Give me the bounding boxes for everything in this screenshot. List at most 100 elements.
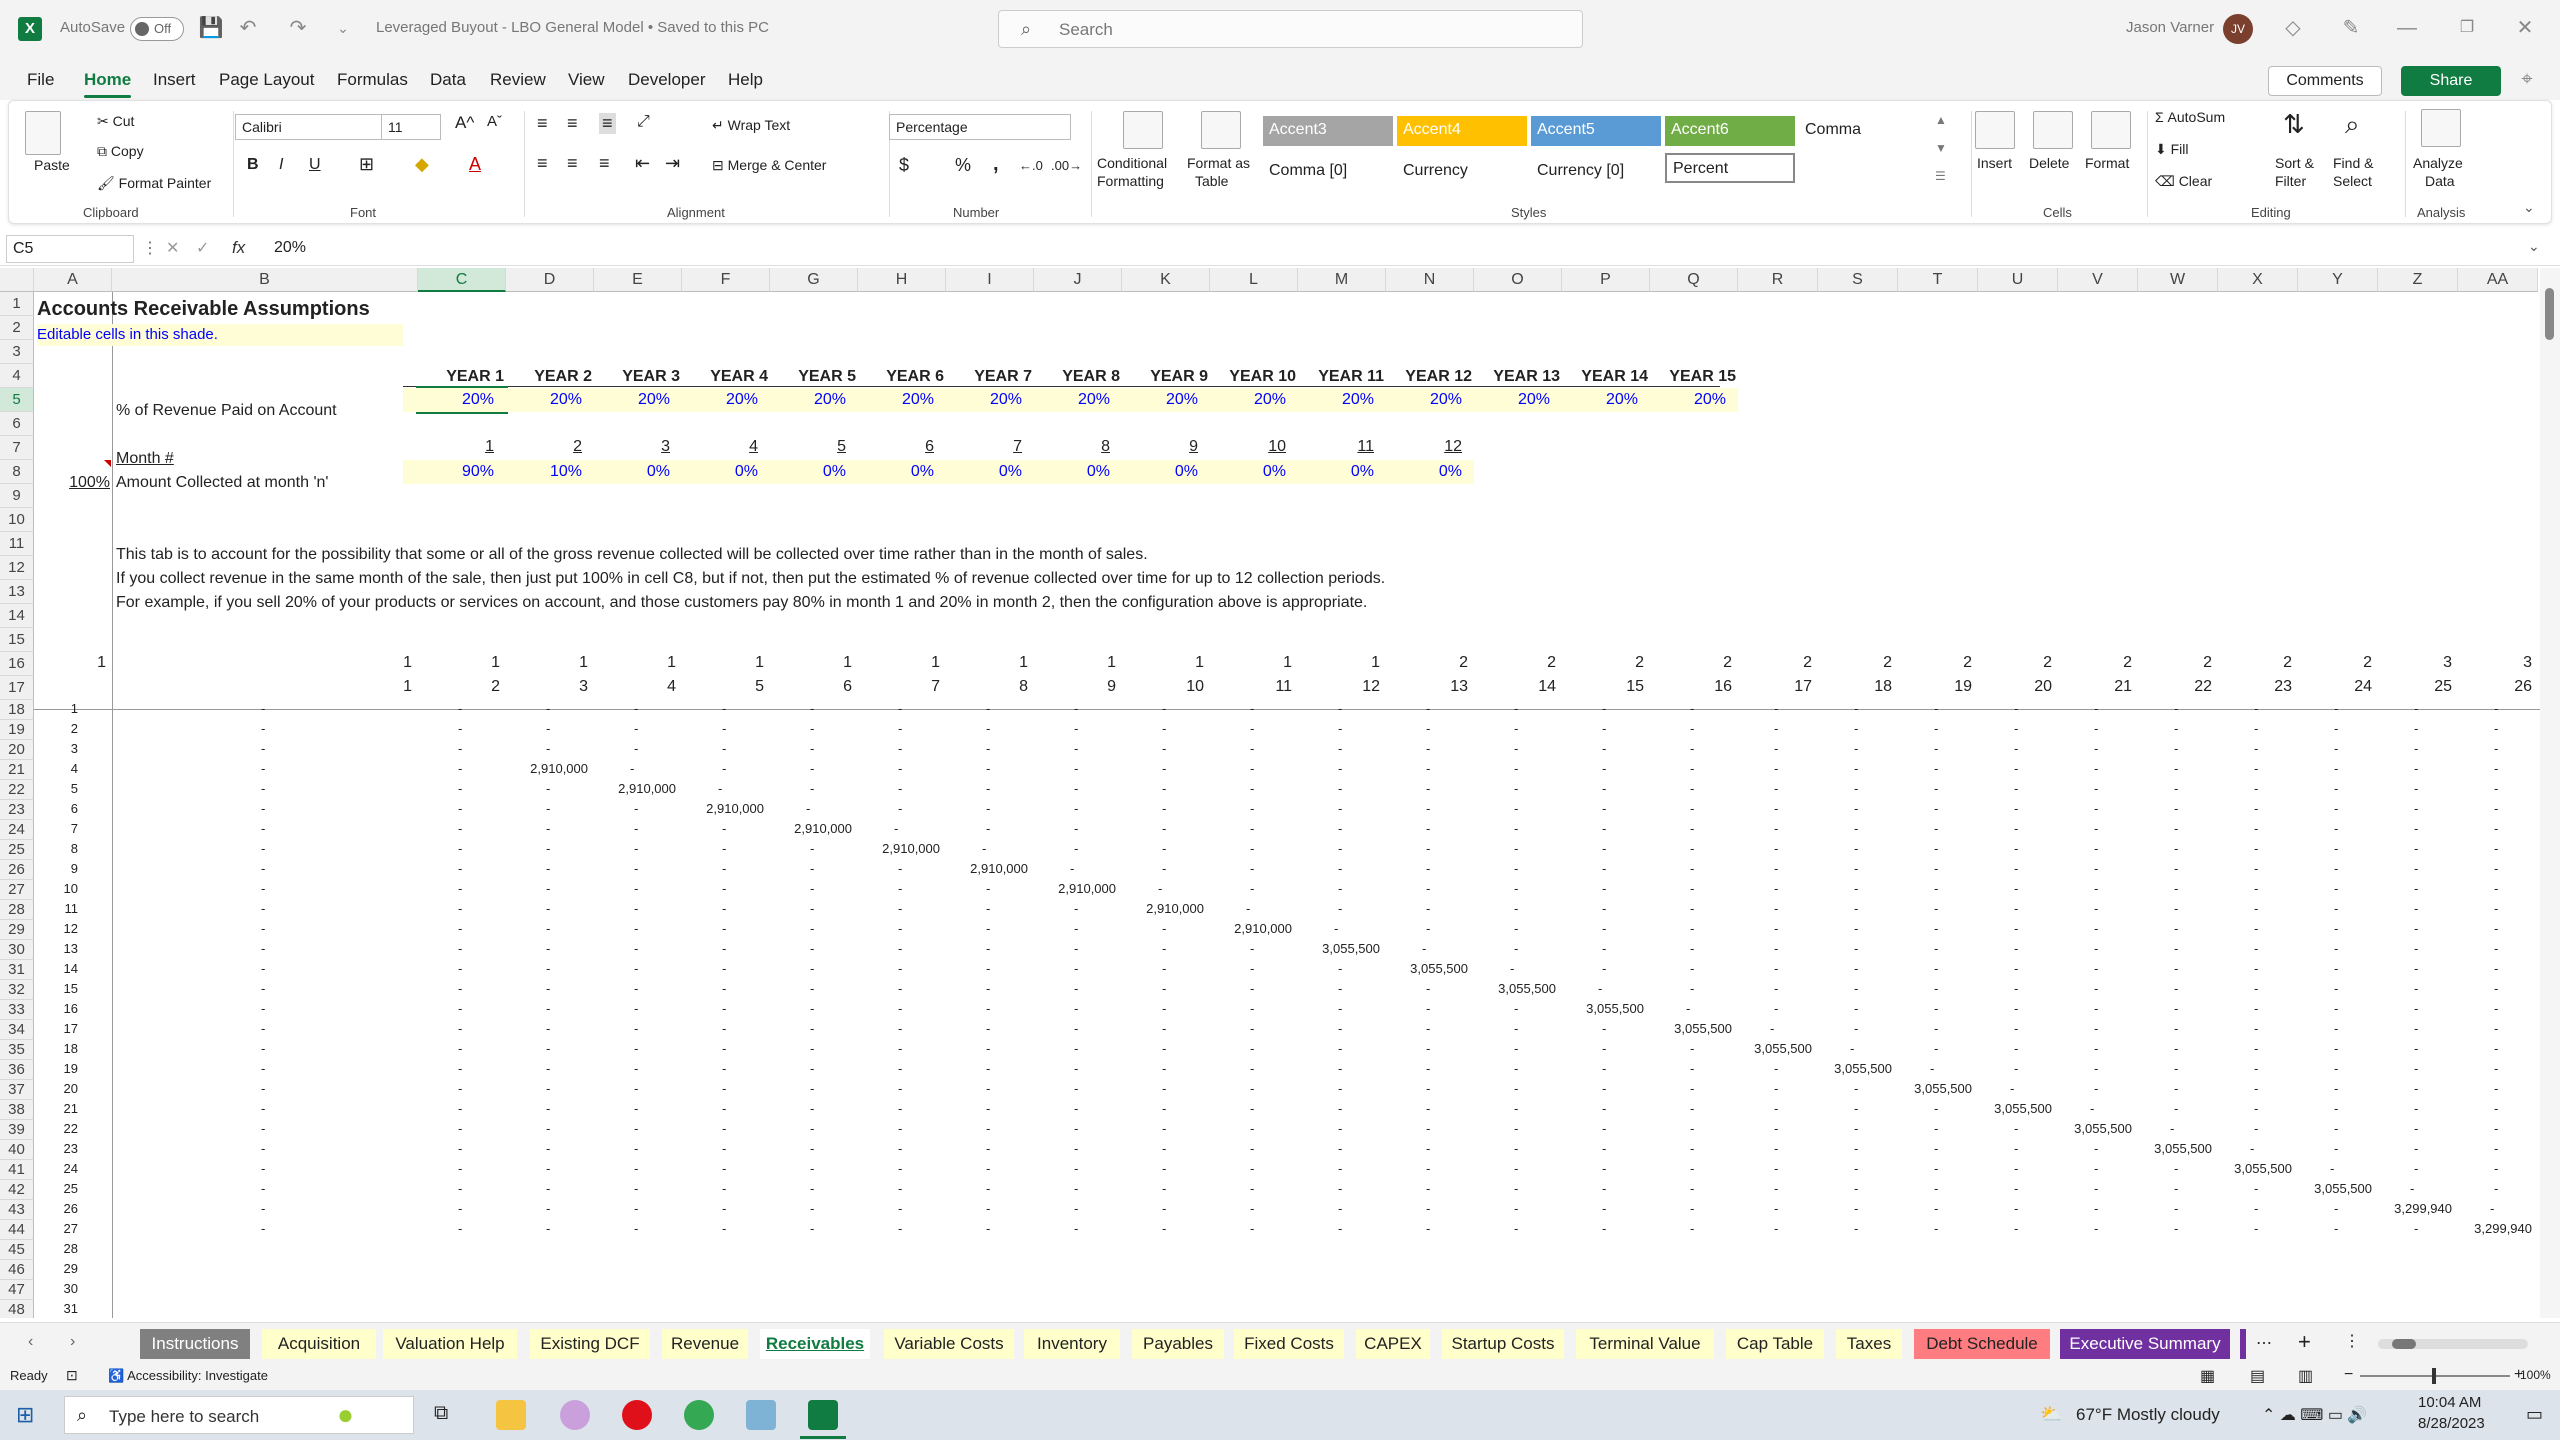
fill-button[interactable]: ⬇ Fill (2155, 141, 2189, 158)
save-icon[interactable]: 💾 (198, 15, 224, 41)
next-sheet-icon[interactable]: › (70, 1333, 75, 1351)
tab-review[interactable]: Review (490, 70, 546, 90)
styles-more-icon[interactable]: ☰ (1935, 169, 1946, 183)
app-icon[interactable] (746, 1400, 776, 1430)
borders-icon[interactable]: ⊞ (359, 154, 374, 175)
column-header-n[interactable]: N (1386, 268, 1474, 292)
row-header-12[interactable]: 12 (0, 556, 34, 580)
sheet-tab-terminal-value[interactable]: Terminal Value (1576, 1329, 1714, 1359)
tab-help[interactable]: Help (728, 70, 763, 90)
format-as-table-icon[interactable] (1201, 111, 1241, 149)
sheet-tab-revenue[interactable]: Revenue (662, 1329, 748, 1359)
row-header-24[interactable]: 24 (0, 820, 34, 840)
font-color-icon[interactable]: A (469, 154, 481, 175)
column-header-l[interactable]: L (1210, 268, 1298, 292)
font-name-select[interactable]: Calibri (235, 114, 387, 140)
search-box[interactable]: ⌕ Search (998, 10, 1583, 48)
minimize-icon[interactable]: — (2394, 15, 2420, 41)
row-header-28[interactable]: 28 (0, 900, 34, 920)
sheet-tab-capex[interactable]: CAPEX (1356, 1329, 1430, 1359)
row-header-40[interactable]: 40 (0, 1140, 34, 1160)
row-header-20[interactable]: 20 (0, 740, 34, 760)
column-header-b[interactable]: B (112, 268, 418, 292)
opera-browser-icon[interactable] (622, 1400, 652, 1430)
zoom-slider-handle[interactable] (2432, 1368, 2436, 1384)
increase-font-icon[interactable]: A^ (455, 113, 474, 133)
collected-cell[interactable]: 0% (682, 460, 770, 484)
sort-filter-icon[interactable]: ⇅ (2283, 109, 2305, 140)
chrome-browser-icon[interactable] (684, 1400, 714, 1430)
row-header-6[interactable]: 6 (0, 412, 34, 436)
autosum-button[interactable]: Σ AutoSum (2155, 109, 2225, 125)
column-header-o[interactable]: O (1474, 268, 1562, 292)
row-header-33[interactable]: 33 (0, 1000, 34, 1020)
cancel-icon[interactable]: ✕ (166, 238, 179, 258)
tab-developer[interactable]: Developer (628, 70, 706, 90)
pen-icon[interactable]: ✎ (2338, 15, 2364, 41)
add-sheet-icon[interactable]: + (2298, 1329, 2311, 1355)
collected-cell[interactable]: 0% (1122, 460, 1210, 484)
sheet-tab-taxes[interactable]: Taxes (1836, 1329, 1902, 1359)
column-header-s[interactable]: S (1818, 268, 1898, 292)
column-header-a[interactable]: A (34, 268, 112, 292)
tab-file[interactable]: File (27, 70, 54, 90)
row-header-38[interactable]: 38 (0, 1100, 34, 1120)
number-format-select[interactable]: Percentage (889, 114, 1071, 140)
sheet-tab-executive-summary[interactable]: Executive Summary (2060, 1329, 2230, 1359)
column-header-e[interactable]: E (594, 268, 682, 292)
normal-view-icon[interactable]: ▦ (2200, 1366, 2215, 1386)
sheet-tab-debt-schedule[interactable]: Debt Schedule (1914, 1329, 2050, 1359)
task-view-icon[interactable]: ⧉ (434, 1402, 448, 1425)
column-header-aa[interactable]: AA (2458, 268, 2538, 292)
tab-options-icon[interactable]: ⋮ (2344, 1331, 2360, 1351)
excel-taskbar-icon[interactable] (808, 1400, 838, 1430)
tab-view[interactable]: View (568, 70, 605, 90)
row-header-7[interactable]: 7 (0, 436, 34, 460)
pct-cell[interactable]: 20% (770, 388, 858, 412)
column-header-g[interactable]: G (770, 268, 858, 292)
row-header-46[interactable]: 46 (0, 1260, 34, 1280)
sort-filter-button[interactable]: Sort & (2275, 155, 2314, 171)
format-painter-button[interactable]: 🖌 Format Painter (97, 175, 211, 192)
pct-cell[interactable]: 20% (682, 388, 770, 412)
row-header-4[interactable]: 4 (0, 364, 34, 388)
decrease-decimal-icon[interactable]: .00→ (1051, 158, 1082, 173)
sheet-tab-receivables[interactable]: Receivables (760, 1329, 870, 1359)
insert-function-icon[interactable]: fx (232, 238, 245, 258)
collected-cell[interactable]: 90% (418, 460, 506, 484)
column-header-c[interactable]: C (418, 268, 506, 292)
row-header-10[interactable]: 10 (0, 508, 34, 532)
pct-cell[interactable]: 20% (1650, 388, 1738, 412)
horizontal-scrollbar[interactable] (2378, 1339, 2528, 1349)
styles-scroll-down-icon[interactable]: ▼ (1935, 141, 1947, 155)
zoom-slider[interactable] (2360, 1368, 2510, 1384)
sheet-tab-cap-table[interactable]: Cap Table (1726, 1329, 1824, 1359)
more-sheets-icon[interactable]: ⋯ (2256, 1333, 2272, 1353)
row-header-31[interactable]: 31 (0, 960, 34, 980)
row-header-35[interactable]: 35 (0, 1040, 34, 1060)
zoom-out-icon[interactable]: − (2344, 1366, 2353, 1384)
row-header-44[interactable]: 44 (0, 1220, 34, 1240)
pct-cell[interactable]: 20% (1122, 388, 1210, 412)
align-left-icon[interactable]: ≡ (537, 153, 548, 174)
weather-text[interactable]: 67°F Mostly cloudy (2076, 1405, 2220, 1425)
macro-icon[interactable]: ⊡ (66, 1367, 78, 1384)
delete-cells-icon[interactable] (2033, 111, 2073, 149)
selected-cell-c5[interactable]: 20% (416, 386, 508, 414)
insert-cells-icon[interactable] (1975, 111, 2015, 149)
page-layout-view-icon[interactable]: ▤ (2250, 1366, 2265, 1386)
row-header-23[interactable]: 23 (0, 800, 34, 820)
align-right-icon[interactable]: ≡ (599, 153, 610, 174)
tab-home[interactable]: Home (84, 70, 132, 98)
column-header-p[interactable]: P (1562, 268, 1650, 292)
cut-button[interactable]: ✂ Cut (97, 113, 134, 130)
delete-button[interactable]: Delete (2029, 155, 2069, 171)
quick-access-dropdown-icon[interactable]: ⌄ (330, 15, 356, 41)
align-center-icon[interactable]: ≡ (567, 153, 578, 174)
currency-button[interactable]: $ (899, 155, 909, 176)
undo-icon[interactable]: ↶ (235, 15, 261, 41)
column-header-z[interactable]: Z (2378, 268, 2458, 292)
collected-cell[interactable]: 10% (506, 460, 594, 484)
row-header-25[interactable]: 25 (0, 840, 34, 860)
row-header-22[interactable]: 22 (0, 780, 34, 800)
